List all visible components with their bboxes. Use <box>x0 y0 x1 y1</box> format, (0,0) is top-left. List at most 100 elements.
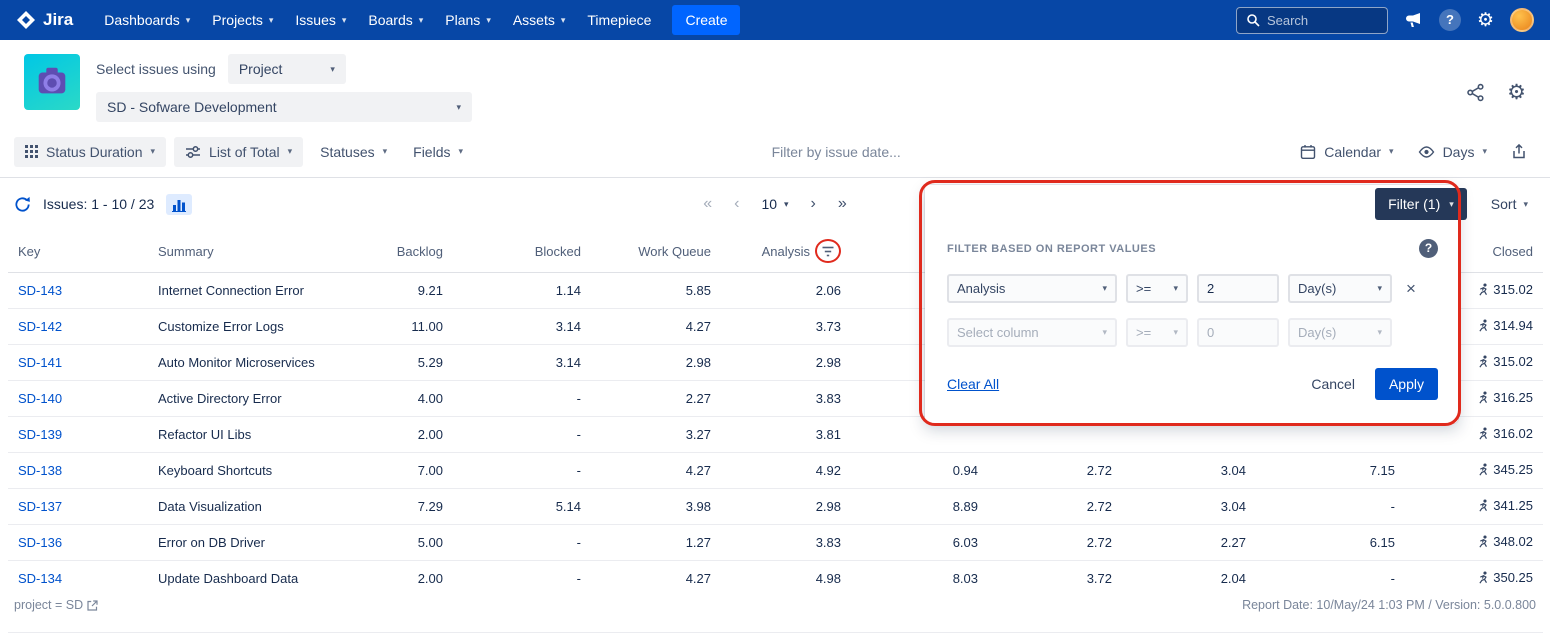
settings-gear-icon[interactable]: ⚙ <box>1507 82 1526 103</box>
red-circle-annotation <box>815 239 841 263</box>
next-page-icon[interactable]: › <box>811 195 816 213</box>
filter-operator-select[interactable]: >=▾ <box>1126 274 1188 303</box>
time-unit-select[interactable]: Days▾ <box>1409 137 1496 167</box>
cell-analysis: 4.92 <box>721 453 851 489</box>
chevron-down-icon: ▾ <box>1449 199 1454 210</box>
cell-closed: 341.25 <box>1405 489 1543 525</box>
filter-value-input[interactable] <box>1197 274 1279 303</box>
help-icon[interactable]: ? <box>1439 9 1461 31</box>
cell-analysis: 2.98 <box>721 489 851 525</box>
jql-link[interactable]: project = SD <box>14 598 98 612</box>
chart-view-button[interactable] <box>166 194 192 215</box>
cell-blocked: - <box>453 381 591 417</box>
filter-unit-select-empty[interactable]: Day(s)▾ <box>1288 318 1392 347</box>
search-icon <box>1246 13 1260 27</box>
chevron-down-icon: ▾ <box>1377 283 1382 294</box>
export-icon[interactable] <box>1502 136 1536 167</box>
issue-key-link[interactable]: SD-143 <box>18 283 62 298</box>
chevron-down-icon: ▾ <box>486 15 491 26</box>
sort-select[interactable]: Sort▾ <box>1491 196 1528 212</box>
user-avatar[interactable] <box>1510 8 1534 32</box>
table-row: SD-138 Keyboard Shortcuts 7.00 - 4.27 4.… <box>8 453 1543 489</box>
cell-blocked: 3.14 <box>453 345 591 381</box>
apply-button[interactable]: Apply <box>1375 368 1438 400</box>
nav-timepiece[interactable]: Timepiece <box>576 0 662 40</box>
issue-source-select[interactable]: Project▾ <box>228 54 346 84</box>
nav-plans[interactable]: Plans▾ <box>434 0 502 40</box>
issue-key-link[interactable]: SD-140 <box>18 391 62 406</box>
nav-assets[interactable]: Assets▾ <box>502 0 577 40</box>
first-page-icon[interactable]: « <box>703 195 712 213</box>
filter-funnel-icon[interactable] <box>822 246 834 257</box>
top-navbar: Jira Dashboards▾ Projects▾ Issues▾ Board… <box>0 0 1550 40</box>
page-size-select[interactable]: 10▾ <box>761 196 788 212</box>
cell-summary: Error on DB Driver <box>148 525 375 561</box>
gear-icon[interactable]: ⚙ <box>1477 11 1494 30</box>
nav-boards[interactable]: Boards▾ <box>357 0 434 40</box>
chevron-down-icon: ▾ <box>561 15 566 26</box>
prev-page-icon[interactable]: ‹ <box>734 195 739 213</box>
fields-select[interactable]: Fields▾ <box>404 137 472 167</box>
cell-implementation: 0.94 <box>851 453 988 489</box>
chevron-down-icon: ▾ <box>1389 146 1394 157</box>
issue-date-filter-input[interactable] <box>772 144 992 160</box>
cell-work-queue: 1.27 <box>591 525 721 561</box>
cell-work-queue: 4.27 <box>591 309 721 345</box>
issue-key-link[interactable]: SD-134 <box>18 571 62 586</box>
sprint-runner-icon <box>1477 355 1490 368</box>
issue-key-link[interactable]: SD-137 <box>18 499 62 514</box>
cell-backlog: 7.00 <box>375 453 453 489</box>
issue-key-link[interactable]: SD-141 <box>18 355 62 370</box>
clear-all-link[interactable]: Clear All <box>947 376 999 392</box>
chevron-down-icon: ▾ <box>151 146 156 157</box>
col-key: Key <box>8 230 148 273</box>
report-type-select[interactable]: Status Duration▾ <box>14 137 166 167</box>
filter-value-input-empty[interactable] <box>1197 318 1279 347</box>
search-input[interactable] <box>1267 13 1378 28</box>
filter-operator-select-empty[interactable]: >=▾ <box>1126 318 1188 347</box>
cell-backlog: 11.00 <box>375 309 453 345</box>
external-link-icon <box>87 600 98 611</box>
statuses-select[interactable]: Statuses▾ <box>311 137 396 167</box>
cell-hidden-3: 7.15 <box>1256 453 1405 489</box>
col-backlog: Backlog <box>375 230 453 273</box>
filter-button[interactable]: Filter (1)▾ <box>1375 188 1467 220</box>
sprint-runner-icon <box>1477 535 1490 548</box>
report-meta-label: Report Date: 10/May/24 1:03 PM / Version… <box>1242 598 1536 612</box>
last-page-icon[interactable]: » <box>838 195 847 213</box>
issue-key-link[interactable]: SD-139 <box>18 427 62 442</box>
filter-column-select-empty[interactable]: Select column▾ <box>947 318 1117 347</box>
filter-help-icon[interactable]: ? <box>1419 239 1438 258</box>
cell-analysis: 2.98 <box>721 345 851 381</box>
megaphone-icon[interactable] <box>1404 12 1423 29</box>
table-row: SD-136 Error on DB Driver 5.00 - 1.27 3.… <box>8 525 1543 561</box>
jira-logo[interactable]: Jira <box>16 10 73 30</box>
cancel-button[interactable]: Cancel <box>1311 376 1355 392</box>
cell-analysis: 3.83 <box>721 525 851 561</box>
refresh-icon[interactable] <box>14 196 31 213</box>
global-search[interactable] <box>1236 7 1388 34</box>
project-select[interactable]: SD - Sofware Development▾ <box>96 92 472 122</box>
create-button[interactable]: Create <box>672 5 740 35</box>
filter-panel-title: FILTER BASED ON REPORT VALUES <box>947 243 1156 255</box>
remove-filter-icon[interactable]: × <box>1406 280 1416 297</box>
page-footer: project = SD Report Date: 10/May/24 1:03… <box>0 590 1550 622</box>
filter-column-select[interactable]: Analysis▾ <box>947 274 1117 303</box>
issue-key-link[interactable]: SD-142 <box>18 319 62 334</box>
issue-key-link[interactable]: SD-136 <box>18 535 62 550</box>
filter-unit-select[interactable]: Day(s)▾ <box>1288 274 1392 303</box>
nav-dashboards[interactable]: Dashboards▾ <box>93 0 201 40</box>
nav-projects[interactable]: Projects▾ <box>201 0 284 40</box>
sprint-runner-icon <box>1477 499 1490 512</box>
metric-select[interactable]: List of Total▾ <box>174 137 303 167</box>
cell-summary: Refactor UI Libs <box>148 417 375 453</box>
cell-backlog: 2.00 <box>375 417 453 453</box>
calendar-select[interactable]: Calendar▾ <box>1291 137 1402 167</box>
cell-blocked: 3.14 <box>453 309 591 345</box>
issue-key-link[interactable]: SD-138 <box>18 463 62 478</box>
cell-work-queue: 2.27 <box>591 381 721 417</box>
cell-summary: Auto Monitor Microservices <box>148 345 375 381</box>
nav-issues[interactable]: Issues▾ <box>284 0 357 40</box>
cell-key: SD-140 <box>8 381 148 417</box>
share-icon[interactable] <box>1466 83 1485 102</box>
